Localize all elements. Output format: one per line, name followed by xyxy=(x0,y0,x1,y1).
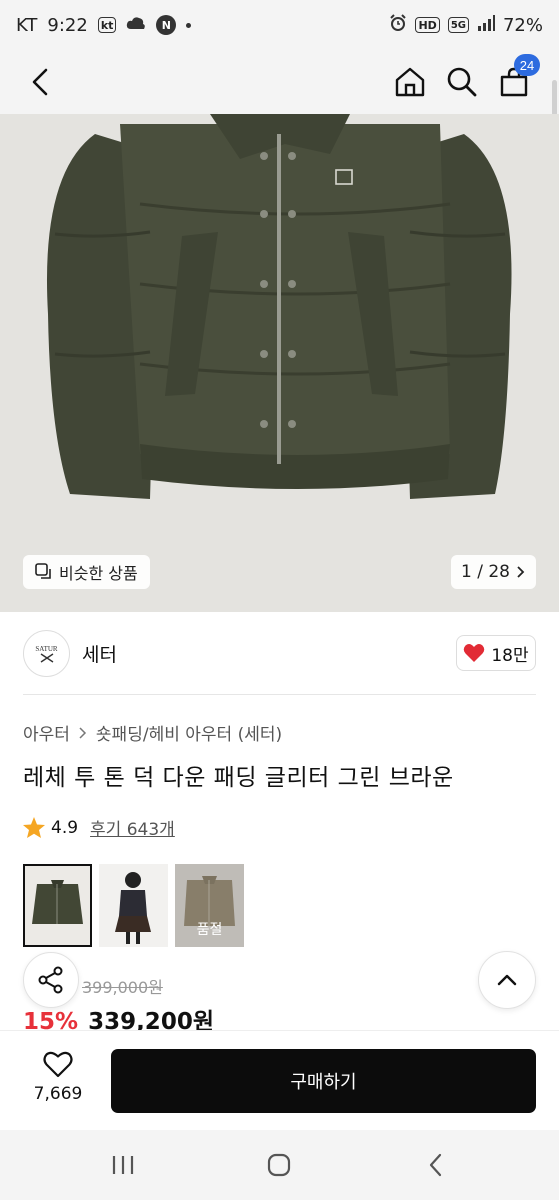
color-options: 품절 xyxy=(23,864,244,947)
cart-count-badge: 24 xyxy=(514,54,540,76)
product-image-gallery[interactable] xyxy=(0,114,559,612)
brand-like-button[interactable]: 18만 xyxy=(456,635,536,671)
brand-logo-text: SATUR xyxy=(35,644,58,653)
cloud-icon xyxy=(126,15,146,36)
scroll-to-top-button[interactable] xyxy=(478,951,536,1009)
carrier-label: KT xyxy=(16,14,38,36)
back-nav-button[interactable] xyxy=(416,1148,456,1182)
app-header: 24 xyxy=(0,50,559,114)
home-circle-icon xyxy=(267,1153,291,1177)
cart-button[interactable]: 24 xyxy=(494,54,540,102)
share-button[interactable] xyxy=(23,952,79,1008)
product-photo xyxy=(0,114,559,612)
page-scrollbar[interactable] xyxy=(552,80,557,116)
network-type-icon: 5G xyxy=(447,17,469,33)
hd-voice-icon: HD xyxy=(415,17,440,33)
sold-out-badge: 품절 xyxy=(196,922,223,938)
brand-row: SATUR 세터 18만 xyxy=(0,612,559,694)
heart-outline-icon xyxy=(43,1051,73,1078)
signal-icon xyxy=(477,14,495,36)
chevron-up-icon xyxy=(497,974,517,986)
home-nav-button[interactable] xyxy=(259,1148,299,1182)
heart-filled-icon xyxy=(464,644,485,662)
color-option-thumbnail[interactable] xyxy=(23,864,92,947)
recent-apps-icon xyxy=(112,1156,134,1174)
image-counter-label: 1 / 28 xyxy=(461,562,510,582)
model-photo-thumbnail[interactable] xyxy=(99,864,168,947)
purchase-bar: 7,669 구매하기 xyxy=(0,1030,559,1130)
more-notifications-icon xyxy=(186,22,192,28)
battery-label: 72% xyxy=(502,14,543,36)
naver-icon: N xyxy=(156,15,177,35)
chevron-right-icon xyxy=(79,726,86,739)
kt-app-icon: kt xyxy=(97,17,117,33)
breadcrumb-item[interactable]: 아우터 xyxy=(23,720,70,745)
divider xyxy=(23,694,536,695)
similar-products-label: 비슷한 상품 xyxy=(59,564,138,583)
copy-icon xyxy=(35,563,51,579)
wishlist-count: 7,669 xyxy=(33,1084,83,1104)
product-title: 레체 투 톤 덕 다운 패딩 글리터 그린 브라운 xyxy=(23,765,454,791)
back-button[interactable] xyxy=(24,64,60,100)
home-button[interactable] xyxy=(390,62,430,102)
reviews-link[interactable]: 후기 643개 xyxy=(90,815,175,840)
home-icon xyxy=(395,67,425,97)
search-icon xyxy=(447,67,477,97)
brand-name[interactable]: 세터 xyxy=(82,640,117,667)
alarm-icon xyxy=(389,13,407,37)
brand-emblem-icon xyxy=(40,652,53,663)
brand-like-count: 18만 xyxy=(491,645,529,666)
chevron-left-icon xyxy=(32,68,48,96)
status-bar: KT 9:22 kt N HD 5G 72% xyxy=(0,0,559,50)
image-counter[interactable]: 1 / 28 xyxy=(451,555,536,589)
back-nav-icon xyxy=(429,1153,442,1177)
brand-logo[interactable]: SATUR xyxy=(23,630,70,677)
recent-apps-button[interactable] xyxy=(103,1148,143,1182)
search-button[interactable] xyxy=(442,62,482,102)
clock: 9:22 xyxy=(47,14,88,36)
system-nav-bar xyxy=(0,1130,559,1200)
wishlist-button[interactable]: 7,669 xyxy=(24,1051,92,1104)
breadcrumb-item[interactable]: 숏패딩/헤비 아우터 (세터) xyxy=(96,720,282,745)
rating-row: 4.9 후기 643개 xyxy=(23,815,175,840)
breadcrumb: 아우터 숏패딩/헤비 아우터 (세터) xyxy=(23,720,282,745)
original-price: 399,000원 xyxy=(82,978,163,997)
buy-button[interactable]: 구매하기 xyxy=(111,1049,536,1113)
similar-products-button[interactable]: 비슷한 상품 xyxy=(23,555,150,589)
star-icon xyxy=(23,817,45,838)
rating-score: 4.9 xyxy=(51,817,79,838)
color-option-thumbnail[interactable]: 품절 xyxy=(175,864,244,947)
share-icon xyxy=(38,966,63,994)
chevron-right-icon xyxy=(517,566,525,578)
